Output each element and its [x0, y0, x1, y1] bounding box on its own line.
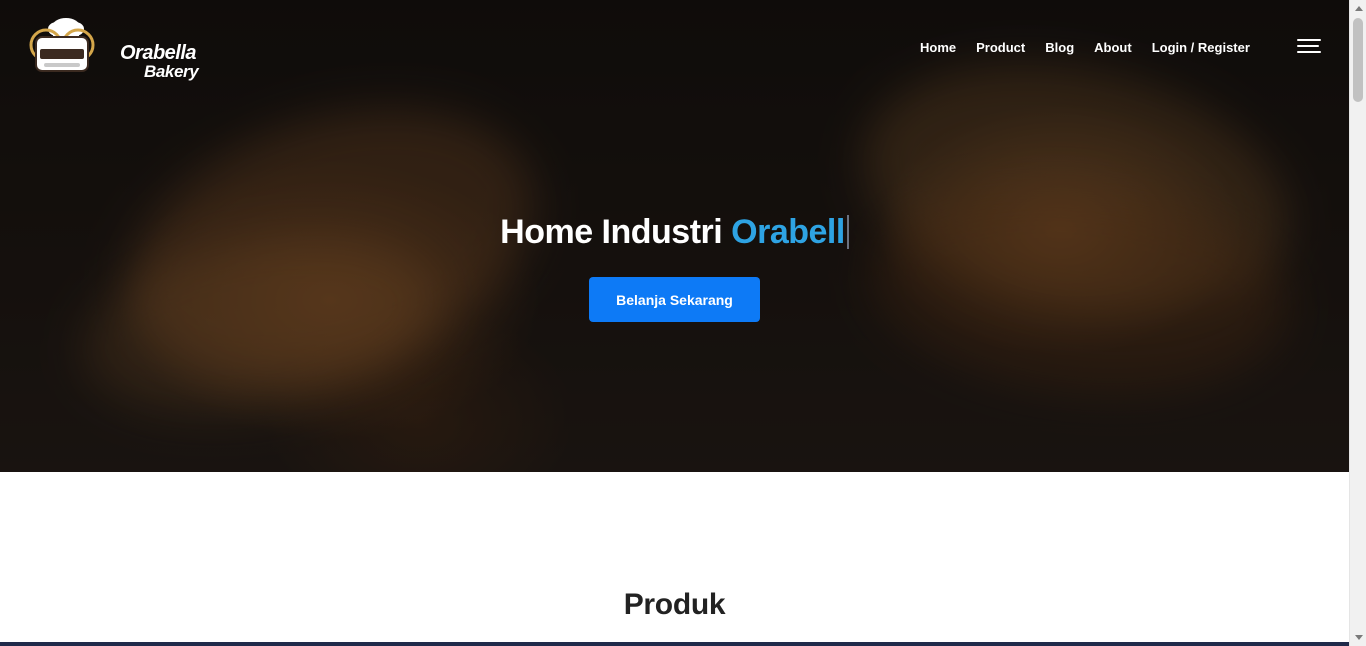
nav-link-login-register[interactable]: Login / Register	[1152, 40, 1250, 56]
nav-link-blog[interactable]: Blog	[1045, 40, 1074, 56]
hero-title-highlight: Orabell	[731, 213, 845, 251]
hero-content: Home Industri Orabell	[0, 210, 1349, 254]
hamburger-menu-icon[interactable]	[1297, 39, 1321, 53]
nav-link-home[interactable]: Home	[920, 40, 956, 56]
next-section-edge	[0, 642, 1349, 646]
scroll-down-arrow-icon[interactable]	[1350, 629, 1366, 646]
hero-banner: Orabella Bakery Home Product Blog About …	[0, 0, 1349, 472]
hero-title: Home Industri Orabell	[0, 210, 1349, 254]
vertical-scrollbar[interactable]	[1349, 0, 1366, 646]
main-menu: Home Product Blog About Login / Register	[920, 38, 1250, 58]
nav-link-product[interactable]: Product	[976, 40, 1025, 56]
section-title-products: Produk	[623, 587, 726, 621]
shop-now-button[interactable]: Belanja Sekarang	[589, 277, 760, 322]
scroll-up-arrow-icon[interactable]	[1350, 0, 1366, 17]
nav-link-about[interactable]: About	[1094, 40, 1132, 56]
scrollbar-thumb[interactable]	[1353, 18, 1363, 102]
hamburger-line	[1297, 51, 1321, 53]
hamburger-line	[1297, 45, 1319, 47]
typing-cursor	[846, 215, 849, 249]
hamburger-line	[1297, 39, 1321, 41]
bakery-logo-icon	[29, 18, 95, 72]
page: Orabella Bakery Home Product Blog About …	[0, 0, 1349, 646]
top-navbar: Orabella Bakery Home Product Blog About …	[0, 0, 1349, 92]
hero-title-prefix: Home Industri	[500, 213, 732, 251]
brand-name-line2: Bakery	[144, 62, 199, 81]
brand-logo-link[interactable]: Orabella Bakery	[26, 15, 199, 81]
